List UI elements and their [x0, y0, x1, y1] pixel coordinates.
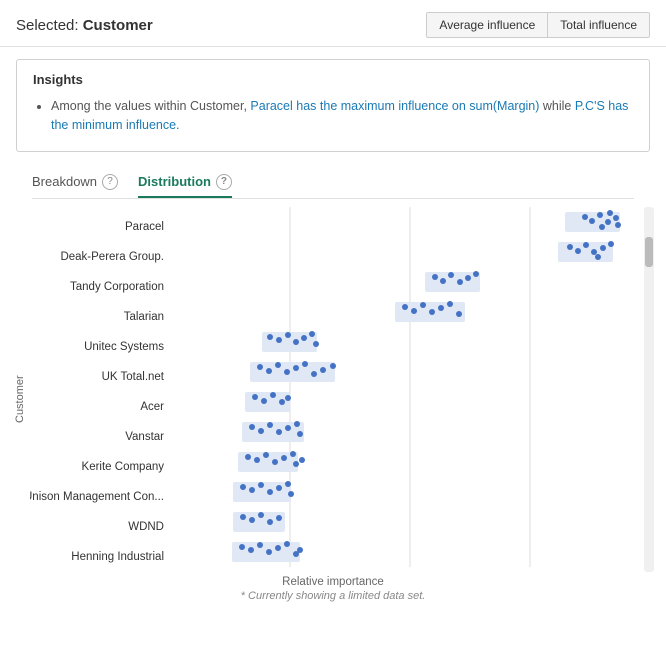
- row-label-kerite: Kerite Company: [30, 452, 170, 482]
- insights-box: Insights Among the values within Custome…: [16, 59, 650, 152]
- tab-distribution[interactable]: Distribution ?: [138, 174, 232, 198]
- row-label-deak: Deak-Perera Group.: [30, 242, 170, 272]
- row-label-henning: Henning Industrial: [30, 542, 170, 572]
- insights-text-2: while: [539, 99, 574, 113]
- chart-area: Customer Paracel Deak-Perera Group. Tand…: [4, 207, 662, 572]
- row-label-unison: Unison Management Con...: [30, 482, 170, 512]
- average-influence-button[interactable]: Average influence: [427, 13, 548, 37]
- row-label-tandy: Tandy Corporation: [30, 272, 170, 302]
- row-label-uktotal: UK Total.net: [30, 362, 170, 392]
- tabs-row: Breakdown ? Distribution ?: [16, 164, 650, 198]
- page-title: Selected: Customer: [16, 17, 153, 34]
- row-label-wdnd: WDND: [30, 512, 170, 542]
- tab-breakdown[interactable]: Breakdown ?: [32, 174, 118, 198]
- row-label-acer: Acer: [30, 392, 170, 422]
- title-prefix: Selected:: [16, 17, 83, 34]
- chart-svg: [170, 207, 640, 572]
- insights-title: Insights: [33, 72, 633, 87]
- tab-breakdown-label: Breakdown: [32, 174, 97, 189]
- row-label-talarian: Talarian: [30, 302, 170, 332]
- plot-container: [170, 207, 640, 572]
- y-axis-label: Customer: [12, 227, 28, 572]
- insights-text-1: Among the values within Customer,: [51, 99, 250, 113]
- influence-button-group: Average influence Total influence: [426, 12, 650, 38]
- chart-wrapper: Customer Paracel Deak-Perera Group. Tand…: [0, 199, 666, 610]
- title-value: Customer: [83, 17, 153, 34]
- insights-list: Among the values within Customer, Parace…: [33, 97, 633, 135]
- scrollbar-track[interactable]: [644, 207, 654, 572]
- total-influence-button[interactable]: Total influence: [548, 13, 649, 37]
- chart-footnote: * Currently showing a limited data set.: [4, 590, 662, 602]
- insights-highlight-1: Paracel has the maximum influence on sum…: [250, 99, 539, 113]
- x-axis-label: Relative importance: [4, 576, 662, 588]
- distribution-help-icon[interactable]: ?: [216, 174, 232, 190]
- breakdown-help-icon[interactable]: ?: [102, 174, 118, 190]
- row-labels: Paracel Deak-Perera Group. Tandy Corpora…: [30, 207, 170, 572]
- tabs-container: Breakdown ? Distribution ?: [0, 164, 666, 199]
- page-header: Selected: Customer Average influence Tot…: [0, 0, 666, 47]
- row-label-vanstar: Vanstar: [30, 422, 170, 452]
- scrollbar-thumb[interactable]: [645, 237, 653, 267]
- row-label-paracel: Paracel: [30, 212, 170, 242]
- tab-distribution-label: Distribution: [138, 174, 211, 189]
- insights-item: Among the values within Customer, Parace…: [51, 97, 633, 135]
- row-label-unitec: Unitec Systems: [30, 332, 170, 362]
